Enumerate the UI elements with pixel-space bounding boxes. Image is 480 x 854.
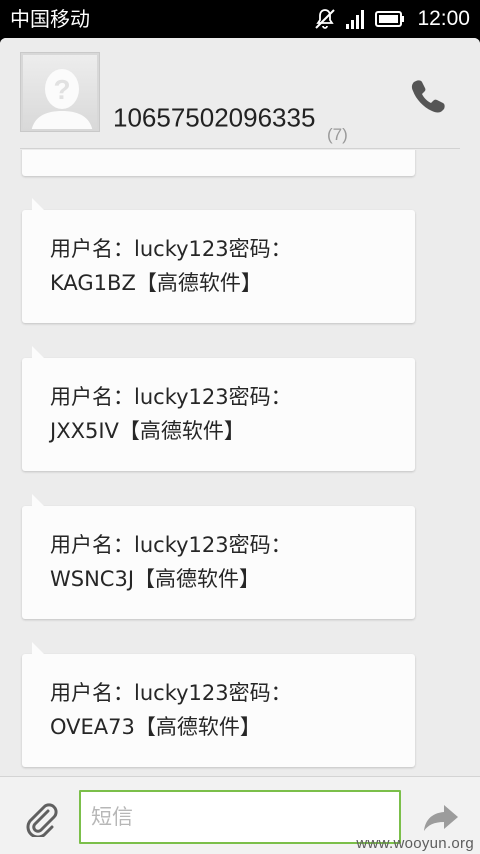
phone-icon [411, 80, 445, 113]
header-divider [20, 148, 460, 149]
message-text: 用户名：lucky123密码： WSNC3J【高德软件】 [50, 533, 292, 591]
call-button[interactable] [408, 77, 448, 113]
attach-button[interactable] [22, 801, 58, 839]
message-bubble[interactable]: 用户名：lucky123密码： WSNC3J【高德软件】 [22, 494, 415, 619]
bubble-tail [32, 198, 44, 210]
message-count: (7) [327, 125, 348, 144]
bubble-tail [32, 494, 44, 506]
message-bubble[interactable]: 用户名：lucky123密码： OVEA73【高德软件】 [22, 642, 415, 767]
signal-icon [345, 8, 367, 30]
message-bubble[interactable]: 用户名：lucky123密码： KAG1BZ【高德软件】 [22, 198, 415, 323]
sms-conversation-screen: ? 10657502096335 (7) 用户名：lucky123密码： KAG… [0, 38, 480, 854]
carrier-name: 中国移动 [10, 7, 90, 31]
conversation-header: ? 10657502096335 (7) [0, 38, 480, 150]
svg-text:?: ? [53, 74, 70, 105]
message-bubble[interactable]: 用户名：lucky123密码： JXX5IV【高德软件】 [22, 346, 415, 471]
mute-icon [313, 7, 337, 31]
avatar-placeholder-icon: ? [31, 69, 93, 129]
send-button[interactable] [422, 803, 460, 833]
sms-input[interactable] [79, 790, 401, 844]
message-composer: www.wooyun.org [0, 776, 480, 854]
message-text: 用户名：lucky123密码： OVEA73【高德软件】 [50, 681, 292, 739]
battery-icon [375, 9, 405, 29]
paperclip-icon [26, 803, 58, 839]
contact-avatar[interactable]: ? [21, 53, 99, 131]
bubble-tail [32, 642, 44, 654]
message-text: 用户名：lucky123密码： KAG1BZ【高德软件】 [50, 237, 292, 295]
message-thread[interactable]: 用户名：lucky123密码： KAG1BZ【高德软件】 用户名：lucky12… [0, 150, 480, 776]
send-arrow-icon [424, 805, 458, 831]
status-bar: 中国移动 12:00 [0, 0, 480, 38]
message-text: 用户名：lucky123密码： JXX5IV【高德软件】 [50, 385, 292, 443]
clock: 12:00 [417, 7, 470, 30]
message-bubble-partial [22, 150, 415, 176]
contact-number: 10657502096335 [113, 102, 316, 133]
status-icons: 12:00 [313, 7, 470, 31]
watermark: www.wooyun.org [356, 835, 474, 852]
bubble-tail [32, 346, 44, 358]
